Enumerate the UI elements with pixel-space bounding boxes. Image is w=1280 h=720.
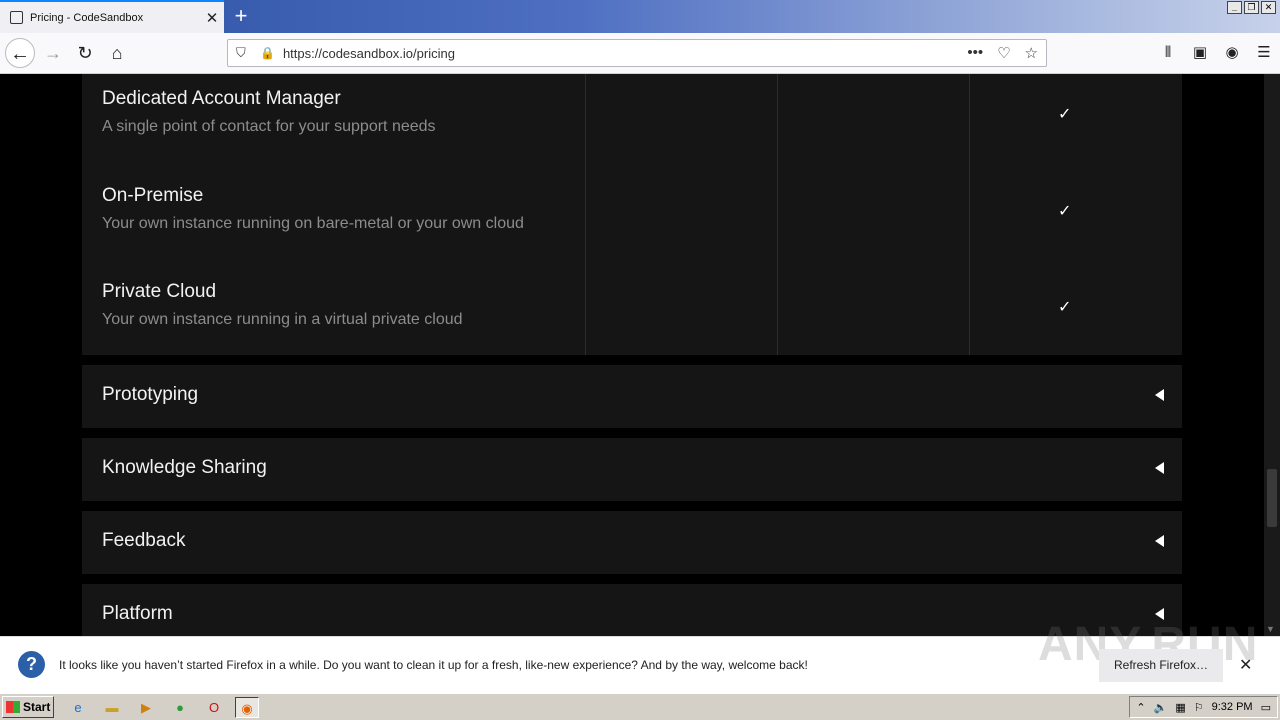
new-tab-icon[interactable]: + (228, 2, 254, 30)
start-label: Start (23, 700, 51, 714)
library-icon[interactable]: ⫴ (1152, 41, 1184, 65)
sidebar-icon[interactable]: ▣ (1184, 41, 1216, 65)
system-tray: ⌃ 🔈 ▦ ⚐ 9:32 PM ▭ (1129, 696, 1278, 718)
bookmark-star-icon[interactable]: ☆ (1025, 44, 1038, 62)
page-icon (10, 11, 23, 24)
feature-row: On-Premise Your own instance running on … (82, 171, 1182, 267)
taskbar: Start e ▬ ▶ ● O ◉ ⌃ 🔈 ▦ ⚐ 9:32 PM ▭ (0, 693, 1280, 720)
tab-title: Pricing - CodeSandbox (30, 11, 144, 24)
nav-bar: ← → ↻ ⌂ ⛉ 🔒 https://codesandbox.io/prici… (0, 33, 1280, 74)
feature-name: Dedicated Account Manager (102, 88, 341, 109)
folder-icon[interactable]: ▬ (100, 697, 124, 718)
scroll-down-icon[interactable]: ▼ (1266, 624, 1275, 634)
caret-left-icon[interactable] (1155, 462, 1164, 474)
feature-description: A single point of contact for your suppo… (102, 118, 436, 135)
accordion-prototyping[interactable]: Prototyping (82, 365, 1182, 428)
section-title: Platform (102, 603, 173, 624)
firefox-icon[interactable]: ◉ (235, 697, 259, 718)
lock-icon[interactable]: 🔒 (260, 46, 275, 60)
menu-icon[interactable]: ☰ (1248, 41, 1280, 65)
feature-row: Dedicated Account Manager A single point… (82, 74, 1182, 170)
check-icon: ✓ (1058, 106, 1072, 123)
ie-icon[interactable]: e (66, 697, 90, 718)
accordion-feedback[interactable]: Feedback (82, 511, 1182, 574)
opera-icon[interactable]: O (202, 697, 226, 718)
caret-left-icon[interactable] (1155, 389, 1164, 401)
network-icon[interactable]: ▦ (1175, 701, 1185, 714)
feature-name: Private Cloud (102, 281, 217, 302)
restore-button[interactable]: ❐ (1244, 1, 1259, 14)
notification-bar: ANY.RUN ? It looks like you haven’t star… (0, 618, 1280, 693)
toolbar-icons: ⫴ ▣ ◉ ☰ (1152, 41, 1280, 65)
page-scrollbar[interactable]: ▼ (1264, 74, 1280, 636)
notification-message: It looks like you haven’t started Firefo… (59, 658, 808, 672)
account-icon[interactable]: ◉ (1216, 41, 1248, 65)
home-icon[interactable]: ⌂ (102, 38, 132, 68)
feature-table: Dedicated Account Manager A single point… (82, 74, 1182, 355)
question-icon: ? (18, 651, 45, 678)
reload-icon[interactable]: ↻ (70, 38, 100, 68)
url-actions: ••• ♡ ☆ (967, 44, 1046, 62)
clock[interactable]: 9:32 PM (1212, 701, 1253, 713)
forward-icon[interactable]: → (38, 38, 68, 68)
title-bar: Pricing - CodeSandbox ✕ + _ ❐ ✕ (0, 0, 1280, 33)
more-actions-icon[interactable]: ••• (967, 44, 983, 62)
section-title: Knowledge Sharing (102, 457, 267, 478)
section-title: Prototyping (102, 384, 199, 405)
show-desktop-icon[interactable]: ▭ (1261, 701, 1271, 714)
windows-logo-icon (6, 701, 20, 713)
refresh-firefox-button[interactable]: Refresh Firefox… (1099, 649, 1223, 682)
close-icon[interactable]: ✕ (1239, 655, 1252, 675)
back-icon[interactable]: ← (5, 38, 35, 68)
caret-left-icon[interactable] (1155, 535, 1164, 547)
url-text[interactable]: https://codesandbox.io/pricing (283, 46, 967, 61)
window-controls: _ ❐ ✕ (1227, 1, 1276, 14)
minimize-button[interactable]: _ (1227, 1, 1242, 14)
tray-expand-icon[interactable]: ⌃ (1136, 701, 1145, 714)
section-title: Feedback (102, 530, 186, 551)
chrome-icon[interactable]: ● (168, 697, 192, 718)
feature-row: Private Cloud Your own instance running … (82, 267, 1182, 363)
accordion-platform[interactable]: Platform (82, 584, 1182, 636)
scrollbar-thumb[interactable] (1267, 469, 1277, 527)
accordion-knowledge-sharing[interactable]: Knowledge Sharing (82, 438, 1182, 501)
feature-name: On-Premise (102, 185, 204, 206)
pocket-icon[interactable]: ♡ (997, 44, 1010, 62)
close-tab-icon[interactable]: ✕ (200, 9, 224, 27)
check-icon: ✓ (1058, 203, 1072, 220)
close-window-button[interactable]: ✕ (1261, 1, 1276, 14)
shield-icon[interactable]: ⛉ (236, 45, 250, 61)
address-bar[interactable]: ⛉ 🔒 https://codesandbox.io/pricing ••• ♡… (227, 39, 1047, 67)
media-player-icon[interactable]: ▶ (134, 697, 158, 718)
feature-description: Your own instance running on bare-metal … (102, 215, 524, 232)
start-button[interactable]: Start (2, 696, 54, 718)
check-icon: ✓ (1058, 299, 1072, 316)
volume-icon[interactable]: 🔈 (1154, 701, 1168, 714)
flag-icon[interactable]: ⚐ (1194, 701, 1204, 714)
page-content: Dedicated Account Manager A single point… (0, 74, 1264, 636)
feature-description: Your own instance running in a virtual p… (102, 311, 463, 328)
browser-tab[interactable]: Pricing - CodeSandbox ✕ (0, 0, 224, 33)
